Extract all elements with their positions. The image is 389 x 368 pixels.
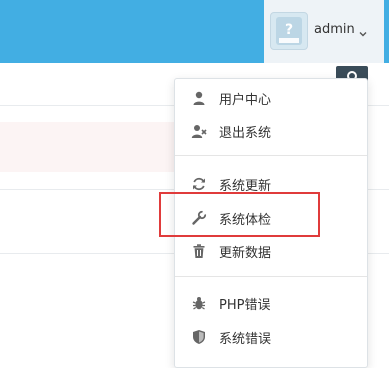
refresh-icon bbox=[191, 176, 207, 192]
avatar-placeholder-icon: ? bbox=[276, 17, 302, 45]
user-icon bbox=[191, 90, 207, 106]
menu-item-system-errors[interactable]: 系统错误 bbox=[175, 321, 367, 353]
trash-icon bbox=[191, 243, 207, 259]
content-row bbox=[0, 122, 200, 172]
menu-item-user-center[interactable]: 用户中心 bbox=[175, 82, 367, 114]
user-remove-icon bbox=[191, 123, 207, 139]
chevron-down-icon[interactable] bbox=[358, 24, 368, 43]
menu-item-logout[interactable]: 退出系统 bbox=[175, 115, 367, 147]
menu-item-php-errors[interactable]: PHP错误 bbox=[175, 287, 367, 319]
highlight-box bbox=[159, 192, 320, 237]
shield-icon bbox=[191, 329, 207, 345]
svg-text:?: ? bbox=[285, 22, 293, 38]
menu-divider bbox=[175, 155, 367, 156]
username[interactable]: admin bbox=[314, 22, 355, 37]
menu-item-update-data[interactable]: 更新数据 bbox=[175, 235, 367, 267]
bug-icon bbox=[191, 295, 207, 311]
avatar[interactable]: ? bbox=[270, 12, 308, 50]
menu-divider bbox=[175, 276, 367, 277]
